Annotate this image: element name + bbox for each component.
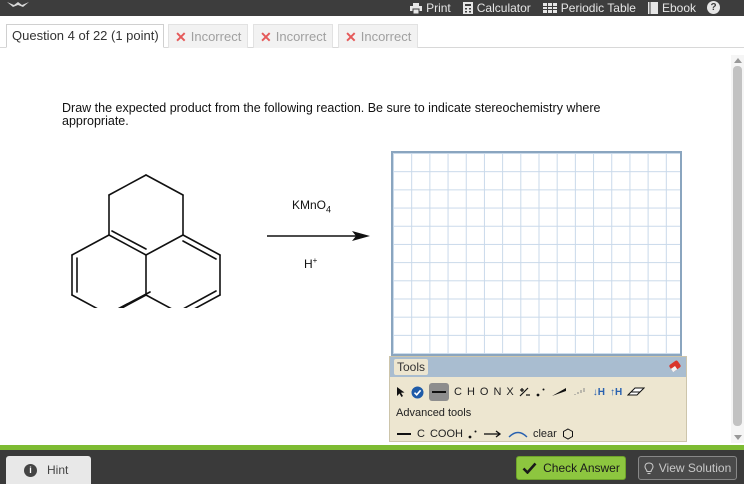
curved-arrow-icon[interactable]: [508, 430, 528, 438]
calculator-icon: [462, 2, 473, 14]
check-tool-icon[interactable]: [411, 386, 424, 399]
tab-attempt-3[interactable]: ✕ Incorrect: [338, 24, 419, 48]
calculator-label: Calculator: [476, 1, 531, 15]
check-answer-button[interactable]: Check Answer: [516, 456, 626, 480]
arrow-tool-icon[interactable]: [483, 430, 503, 438]
reactant-molecule-structure: [71, 174, 221, 308]
checkmark-icon: [522, 462, 537, 474]
printer-icon: [410, 2, 423, 14]
hash-bond-icon[interactable]: [572, 387, 588, 397]
periodic-table-button[interactable]: Periodic Table: [542, 1, 636, 15]
bond-line-icon[interactable]: [396, 431, 412, 437]
attempt-status: Incorrect: [360, 28, 412, 44]
radical-dot-icon[interactable]: [468, 429, 478, 439]
tab-current-question[interactable]: Question 4 of 22 (1 point): [6, 24, 164, 48]
wedge-h-up-tool[interactable]: ↑H: [610, 387, 622, 398]
periodic-table-icon: [542, 3, 557, 13]
ebook-label: Ebook: [661, 1, 696, 15]
eraser-icon[interactable]: [668, 359, 682, 373]
vertical-scrollbar[interactable]: [731, 55, 744, 443]
question-prompt: Draw the expected product from the follo…: [62, 101, 601, 128]
view-solution-button[interactable]: View Solution: [638, 456, 737, 480]
select-arrow-icon[interactable]: [396, 386, 406, 398]
book-icon: [647, 2, 658, 14]
ebook-button[interactable]: Ebook: [647, 1, 696, 15]
hint-button[interactable]: i Hint: [6, 456, 91, 484]
incorrect-x-icon: ✕: [345, 28, 357, 45]
atom-o-tool[interactable]: O: [480, 386, 489, 398]
scroll-up-icon[interactable]: [734, 58, 742, 63]
rubber-eraser-icon[interactable]: [627, 387, 646, 397]
help-icon[interactable]: ?: [707, 1, 720, 14]
wedge-bond-icon[interactable]: [551, 387, 567, 397]
basic-tools-row: C H O N X ↓H ↑H: [396, 383, 646, 401]
info-icon: i: [24, 463, 37, 477]
advanced-tools-label: Advanced tools: [396, 407, 472, 419]
atom-c-tool[interactable]: C: [454, 386, 462, 398]
atom-x-tool[interactable]: X: [506, 386, 513, 398]
reagent-acid: H+: [304, 256, 318, 271]
cooh-tool[interactable]: COOH: [430, 428, 463, 440]
view-solution-label: View Solution: [658, 461, 732, 475]
reaction-arrow-group: KMnO4 H+: [262, 190, 378, 280]
charge-tool-icon[interactable]: [519, 387, 531, 397]
assignment-page: Print Calculator Periodic Table Ebook ? …: [0, 0, 744, 484]
drawing-canvas[interactable]: [391, 151, 682, 356]
lightbulb-icon: [644, 461, 654, 474]
tools-panel: Tools C H O N X ↓H ↑H Advanced tools C C…: [389, 356, 687, 442]
carbon-chain-tool[interactable]: C: [417, 428, 425, 440]
bird-logo-icon: [7, 2, 29, 7]
radical-tool-icon[interactable]: [536, 387, 546, 397]
incorrect-x-icon: ✕: [260, 28, 272, 45]
tools-header: Tools: [390, 357, 686, 377]
reaction-arrow-icon: [267, 231, 370, 241]
attempt-status: Incorrect: [190, 28, 242, 44]
scroll-down-icon[interactable]: [734, 435, 742, 440]
print-button[interactable]: Print: [410, 1, 451, 15]
check-answer-label: Check Answer: [543, 461, 620, 475]
bottom-action-bar: i Hint Check Answer View Solution: [0, 450, 744, 484]
wedge-h-down-tool[interactable]: ↓H: [593, 387, 605, 398]
tab-attempt-1[interactable]: ✕ Incorrect: [168, 24, 249, 48]
atom-n-tool[interactable]: N: [493, 386, 501, 398]
advanced-tools-row: C COOH clear: [396, 428, 574, 440]
periodic-table-label: Periodic Table: [560, 1, 636, 15]
hexagon-ring-icon[interactable]: [562, 428, 574, 440]
atom-h-tool[interactable]: H: [467, 386, 475, 398]
hint-label: Hint: [47, 463, 69, 477]
question-number-label: Question 4 of 22 (1 point): [12, 28, 159, 43]
single-bond-tool[interactable]: [429, 383, 449, 401]
question-tabs: Question 4 of 22 (1 point) ✕ Incorrect ✕…: [0, 22, 744, 48]
calculator-button[interactable]: Calculator: [462, 1, 531, 15]
attempt-status: Incorrect: [275, 28, 327, 44]
tab-attempt-2[interactable]: ✕ Incorrect: [253, 24, 334, 48]
print-label: Print: [426, 1, 451, 15]
top-toolbar: Print Calculator Periodic Table Ebook ?: [0, 0, 744, 16]
tools-title: Tools: [394, 359, 429, 375]
scroll-thumb[interactable]: [733, 66, 742, 426]
reagent-oxidant: KMnO4: [292, 198, 332, 215]
incorrect-x-icon: ✕: [175, 28, 187, 45]
clear-button[interactable]: clear: [533, 428, 557, 440]
